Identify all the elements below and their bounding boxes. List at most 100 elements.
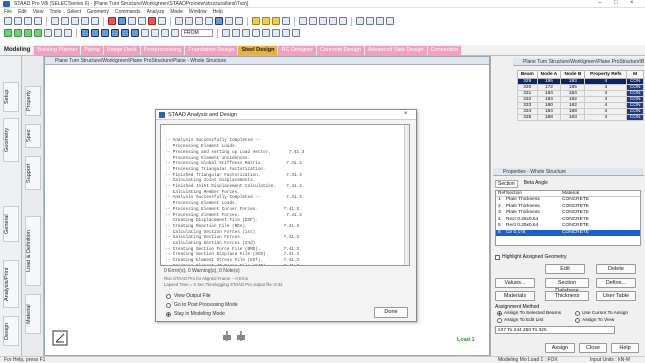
tab-bridge-deck[interactable]: Bridge Deck xyxy=(103,45,140,55)
table-row[interactable]: 335 188 183 4 CON xyxy=(517,114,644,121)
col-node-b[interactable]: Node B xyxy=(560,70,586,79)
zoom-in-icon[interactable] xyxy=(81,29,89,37)
sub-tab-support[interactable]: Support xyxy=(25,156,41,190)
close-button[interactable]: Close xyxy=(579,343,607,353)
tab-piping[interactable]: Piping xyxy=(81,45,103,55)
side-tab-analysis-print[interactable]: Analysis/Print xyxy=(3,260,19,308)
text-icon[interactable] xyxy=(329,17,337,25)
connect-icon[interactable] xyxy=(292,29,300,37)
tab-rc-designer[interactable]: RC Designer xyxy=(278,45,316,55)
assign-button[interactable]: Assign xyxy=(545,343,575,353)
view-output-radio[interactable]: View Output File xyxy=(166,293,211,299)
assign-selected-beams-radio[interactable]: Assign To Selected Beams xyxy=(497,311,561,316)
model-icon[interactable] xyxy=(356,17,364,25)
table-icon[interactable] xyxy=(128,17,136,25)
tab-building-planner[interactable]: Building Planner xyxy=(34,45,81,55)
sub-tab-property[interactable]: Property xyxy=(25,86,41,116)
snap-grid-icon[interactable] xyxy=(252,29,260,37)
grid-icon[interactable] xyxy=(158,17,166,25)
symbols-icon[interactable] xyxy=(151,29,159,37)
display-view-icon[interactable] xyxy=(141,29,149,37)
layout-icon[interactable] xyxy=(376,17,384,25)
tab-section[interactable]: Section xyxy=(495,180,518,188)
zoom-out-icon[interactable] xyxy=(91,29,99,37)
graph-icon[interactable] xyxy=(118,17,126,25)
post-processing-radio[interactable]: Go to Post Processing Mode xyxy=(166,302,238,308)
assign-view-radio[interactable]: Assign To View xyxy=(575,318,614,323)
menu-file[interactable]: File xyxy=(4,9,12,15)
label-icon[interactable] xyxy=(319,17,327,25)
open-file-icon[interactable] xyxy=(14,17,22,25)
col-material[interactable]: M xyxy=(626,70,644,79)
print-icon[interactable] xyxy=(34,17,42,25)
sub-tab-spec[interactable]: Spec xyxy=(25,124,41,148)
side-tab-general[interactable]: General xyxy=(3,206,19,242)
zoom-extents-icon[interactable] xyxy=(111,29,119,37)
insert-node-icon[interactable] xyxy=(262,29,270,37)
new-file-icon[interactable] xyxy=(4,17,12,25)
pan-icon[interactable] xyxy=(225,17,233,25)
tab-foundation-design[interactable]: Foundation Design xyxy=(185,45,238,55)
rotate-icon[interactable] xyxy=(215,17,223,25)
properties-list[interactable]: Ref Section Material 1 Plate Thickness CON… xyxy=(495,190,641,246)
analysis-log[interactable]: -- Analysis Successfully Completed -- Pr… xyxy=(160,124,410,266)
zoom-window-icon[interactable] xyxy=(101,29,109,37)
iso-view-icon[interactable] xyxy=(205,17,213,25)
done-button[interactable]: Done xyxy=(374,307,408,318)
paste-icon[interactable] xyxy=(71,17,79,25)
use-cursor-radio[interactable]: Use Cursor To Assign xyxy=(575,311,628,316)
materials-button[interactable]: Materials xyxy=(495,291,535,301)
dimension-icon[interactable] xyxy=(339,17,347,25)
dialog-close-icon[interactable]: × xyxy=(404,111,408,117)
translation-icon[interactable] xyxy=(222,29,230,37)
tab-beta-angle[interactable]: Beta Angle xyxy=(522,180,550,188)
redo-icon[interactable] xyxy=(91,17,99,25)
undo-icon[interactable] xyxy=(81,17,89,25)
tab-connection[interactable]: Connection xyxy=(427,45,462,55)
tab-steel-design[interactable]: Steel Design xyxy=(238,45,278,55)
zoom-icon[interactable] xyxy=(235,17,243,25)
plate-icon[interactable] xyxy=(272,17,280,25)
run-analysis-icon[interactable] xyxy=(108,17,116,25)
merge-icon[interactable] xyxy=(272,29,280,37)
dynamic-zoom-icon[interactable] xyxy=(121,29,129,37)
property-row[interactable]: 6 Cir 0.175 CONCRETE xyxy=(496,229,640,236)
select-solid-icon[interactable] xyxy=(34,29,42,37)
col-beam[interactable]: Beam xyxy=(517,70,538,79)
minimize-icon[interactable]: – xyxy=(598,0,601,6)
copy-icon[interactable] xyxy=(61,17,69,25)
beam-icon[interactable] xyxy=(262,17,270,25)
chart-icon[interactable] xyxy=(138,17,146,25)
cursor-icon[interactable] xyxy=(309,17,317,25)
define-button[interactable]: Define... xyxy=(596,278,636,288)
tab-postprocessing[interactable]: Postprocessing xyxy=(140,45,185,55)
menu-select[interactable]: Select xyxy=(67,9,81,15)
select-node-icon[interactable] xyxy=(4,29,12,37)
side-tab-setup[interactable]: Setup xyxy=(3,82,19,112)
edit-list-field[interactable]: 237 To 244 250 To 325 xyxy=(495,326,615,334)
assign-edit-list-radio[interactable]: Assign To Edit List xyxy=(497,318,543,323)
menu-help[interactable]: Help xyxy=(213,9,223,15)
col-property[interactable]: Property Refs xyxy=(584,70,628,79)
save-icon[interactable] xyxy=(24,17,32,25)
solid-icon[interactable] xyxy=(282,17,290,25)
select-parallel-icon[interactable] xyxy=(64,29,72,37)
select-icon[interactable] xyxy=(299,17,307,25)
tab-concrete-design[interactable]: Concrete Design xyxy=(316,45,364,55)
select-beam-icon[interactable] xyxy=(14,29,22,37)
highlight-checkbox[interactable]: Highlight Assigned Geometry xyxy=(495,254,566,260)
maximize-icon[interactable]: □ xyxy=(614,0,618,6)
select-plate-icon[interactable] xyxy=(24,29,32,37)
thickness-button[interactable]: Thickness xyxy=(545,291,589,301)
side-view-icon[interactable] xyxy=(185,17,193,25)
help-button[interactable]: Help xyxy=(611,343,639,353)
node-icon[interactable] xyxy=(252,17,260,25)
menu-mode[interactable]: Mode xyxy=(170,9,183,15)
select-all-icon[interactable] xyxy=(44,29,52,37)
structure-icon[interactable] xyxy=(171,29,179,37)
menu-view[interactable]: View xyxy=(33,9,44,15)
sub-tab-material[interactable]: Material xyxy=(25,294,41,334)
values-button[interactable]: Values... xyxy=(495,278,535,288)
section-database-button[interactable]: Section Database xyxy=(545,278,589,294)
menu-tools[interactable]: Tools xyxy=(49,9,61,15)
